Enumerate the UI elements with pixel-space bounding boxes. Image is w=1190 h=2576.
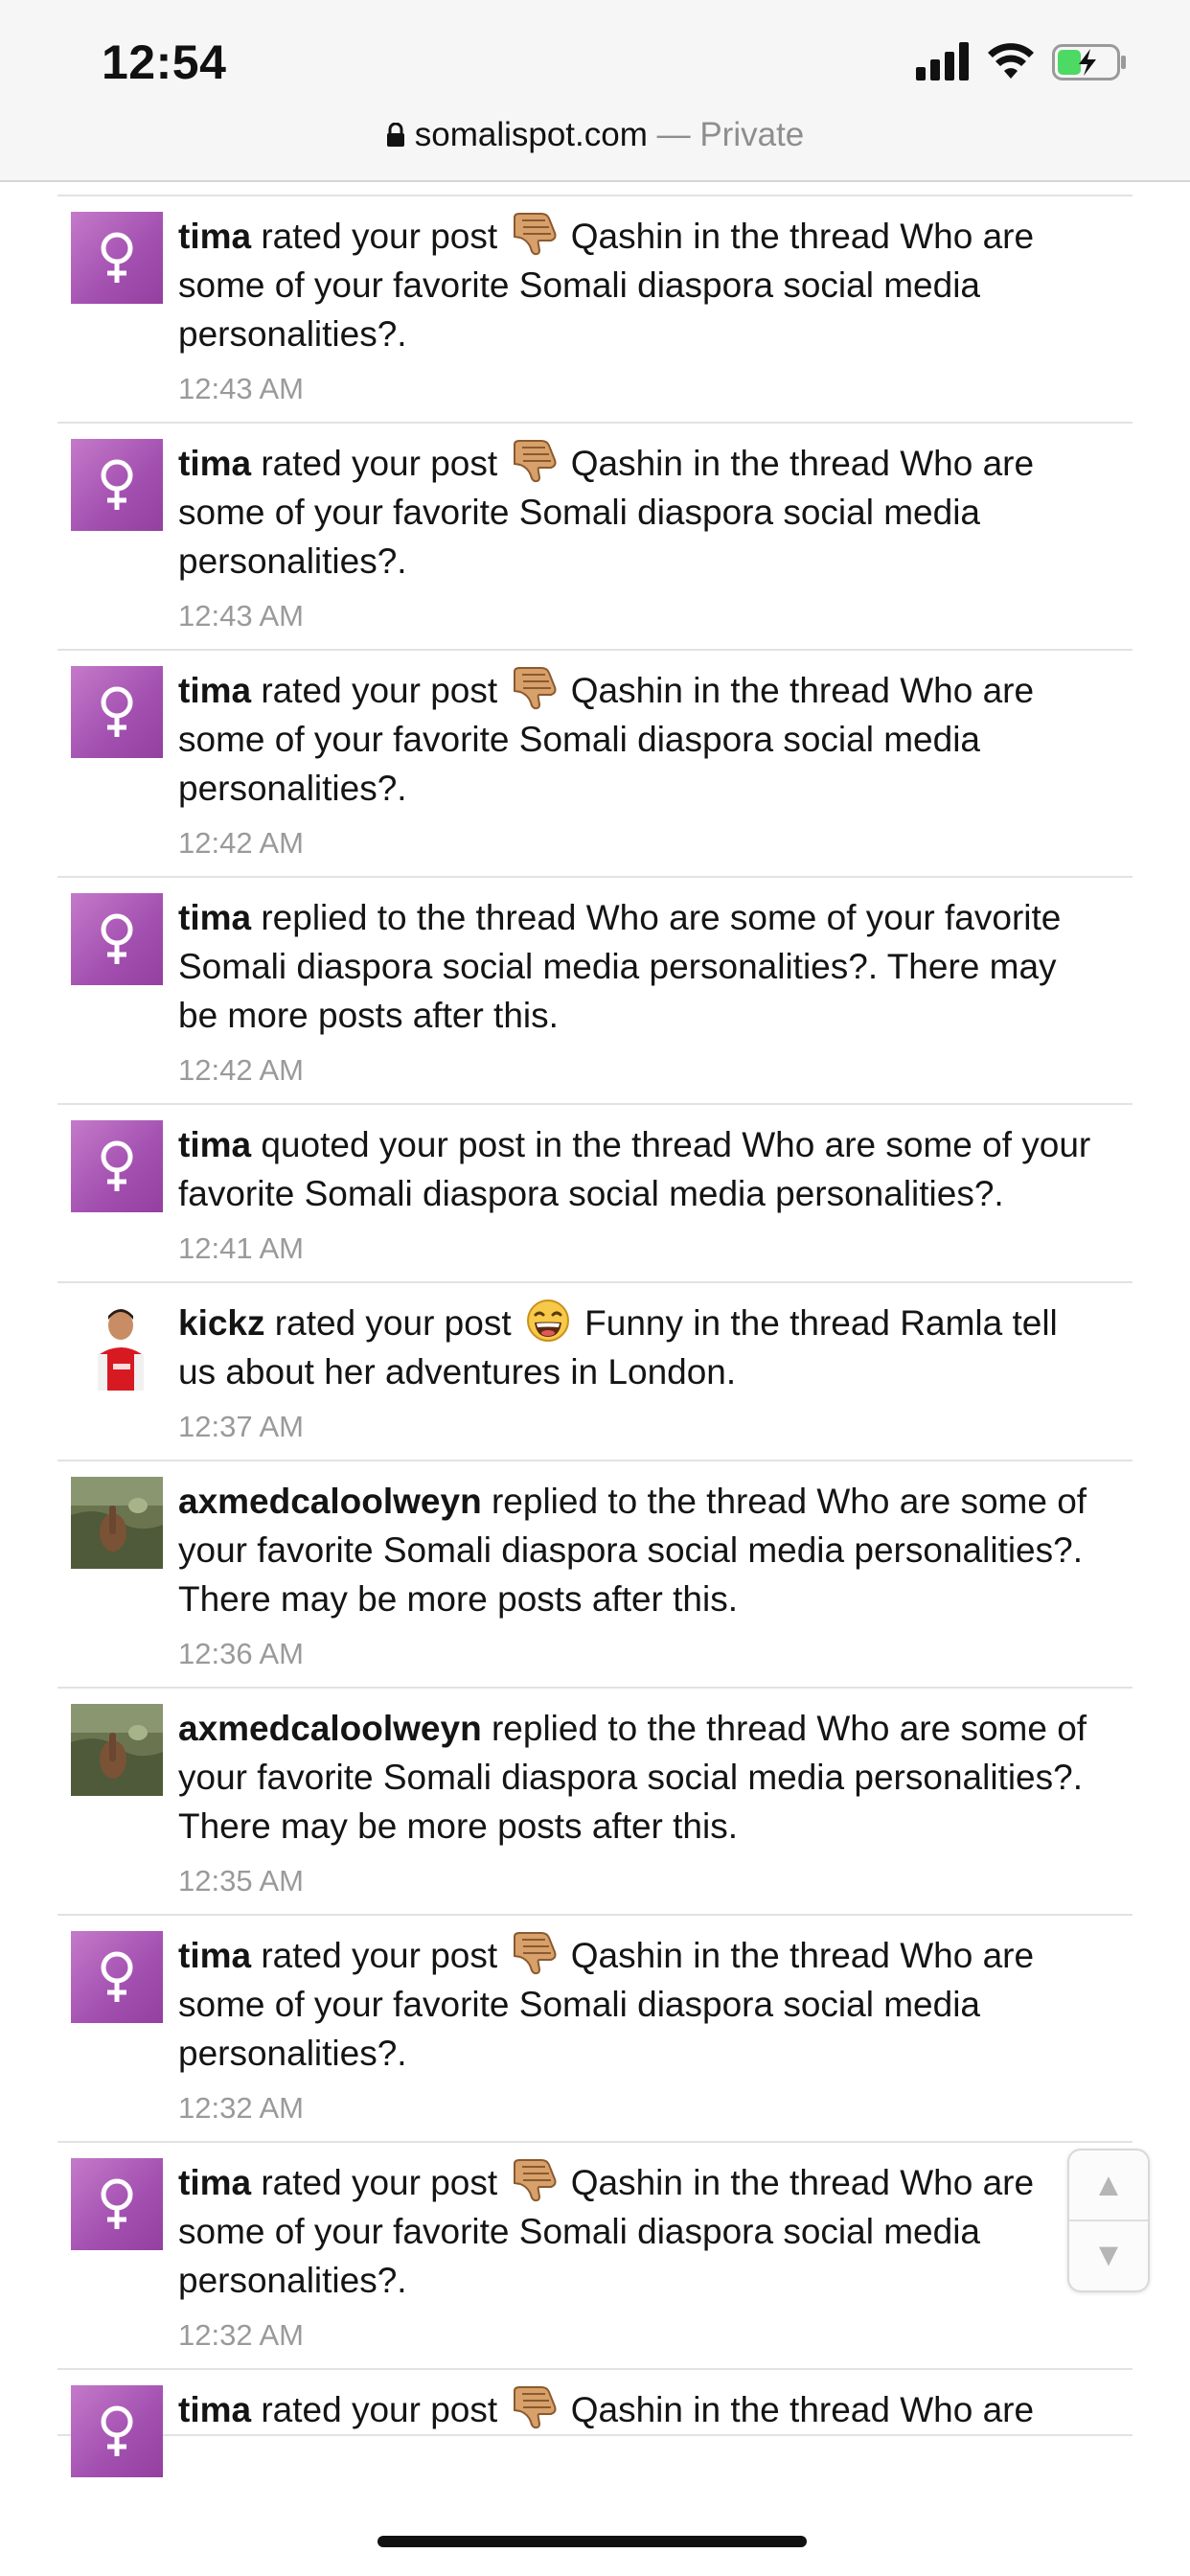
browser-top-bar: 12:54 somalispot.com — Private xyxy=(0,0,1190,182)
cellular-signal-icon xyxy=(916,42,970,80)
alert-item[interactable]: tima rated your post Qashin in the threa… xyxy=(57,196,1133,424)
alert-text: tima rated your post Qashin in the threa… xyxy=(178,1931,1133,2141)
thumbs-down-hand-icon xyxy=(509,2158,559,2202)
alert-message: rated your post xyxy=(251,1936,508,1975)
alert-username-link[interactable]: tima xyxy=(178,1125,251,1164)
avatar-axmedcaloolweyn[interactable] xyxy=(71,1704,163,1796)
female-symbol-icon[interactable] xyxy=(71,666,163,758)
alert-item[interactable]: tima rated your post Qashin in the threa… xyxy=(57,2143,1133,2370)
url-domain: somalispot.com xyxy=(414,116,648,153)
thumbs-down-hand-icon xyxy=(509,666,559,710)
female-symbol-icon[interactable] xyxy=(71,2158,163,2250)
home-indicator[interactable] xyxy=(378,2536,807,2547)
alert-item[interactable]: axmedcaloolweyn replied to the thread Wh… xyxy=(57,1689,1133,1916)
thumbs-down-hand-icon xyxy=(509,212,559,256)
wifi-icon xyxy=(987,40,1035,80)
alert-message: rated your post xyxy=(251,2163,508,2202)
alert-timestamp: 12:37 AM xyxy=(178,1410,304,1443)
alert-timestamp: 12:36 AM xyxy=(178,1637,304,1670)
alert-text: tima replied to the thread Who are some … xyxy=(178,893,1133,1103)
browsing-mode-label: Private xyxy=(699,116,805,153)
alert-message: rated your post xyxy=(251,444,508,483)
female-symbol-icon[interactable] xyxy=(71,1120,163,1212)
alert-item[interactable]: tima rated your post Qashin in the threa… xyxy=(57,2370,1133,2477)
alert-timestamp: 12:35 AM xyxy=(178,1864,304,1898)
alert-timestamp: 12:43 AM xyxy=(178,372,304,405)
scroll-to-top-button[interactable]: ▲ xyxy=(1069,2150,1148,2221)
scroll-to-bottom-button[interactable]: ▼ xyxy=(1069,2220,1148,2289)
thumbs-down-hand-icon xyxy=(509,439,559,483)
status-time: 12:54 xyxy=(102,35,227,89)
alert-username-link[interactable]: tima xyxy=(178,1936,251,1975)
alert-timestamp: 12:41 AM xyxy=(178,1231,304,1265)
alert-message: rated your post xyxy=(251,671,508,710)
alert-message: rated your post xyxy=(251,2390,508,2429)
alert-timestamp: 12:32 AM xyxy=(178,2318,304,2352)
alert-timestamp: 12:42 AM xyxy=(178,1053,304,1087)
alert-username-link[interactable]: tima xyxy=(178,2163,251,2202)
alert-username-link[interactable]: tima xyxy=(178,217,251,256)
female-symbol-icon[interactable] xyxy=(71,893,163,985)
browser-page: 12:54 somalispot.com — Private tima rate… xyxy=(0,0,1190,2576)
alert-timestamp: 12:42 AM xyxy=(178,826,304,860)
alert-message: rated your post xyxy=(251,217,508,256)
alert-text: tima quoted your post in the thread Who … xyxy=(178,1120,1133,1281)
alert-text: tima rated your post Qashin in the threa… xyxy=(178,2385,1133,2434)
alert-item[interactable]: tima quoted your post in the thread Who … xyxy=(57,1105,1133,1283)
alert-username-link[interactable]: kickz xyxy=(178,1303,265,1343)
female-symbol-icon[interactable] xyxy=(71,2385,163,2477)
alerts-list: tima rated your post Qashin in the threa… xyxy=(57,195,1133,2477)
alert-text: kickz rated your post Funny in the threa… xyxy=(178,1299,1133,1460)
alert-text: tima rated your post Qashin in the threa… xyxy=(178,2158,1133,2368)
avatar-axmedcaloolweyn[interactable] xyxy=(71,1477,163,1569)
female-symbol-icon[interactable] xyxy=(71,1931,163,2023)
alert-username-link[interactable]: tima xyxy=(178,898,251,937)
alert-item[interactable]: axmedcaloolweyn replied to the thread Wh… xyxy=(57,1461,1133,1689)
alert-text: axmedcaloolweyn replied to the thread Wh… xyxy=(178,1477,1133,1687)
alert-item[interactable]: tima rated your post Qashin in the threa… xyxy=(57,651,1133,878)
female-symbol-icon[interactable] xyxy=(71,439,163,531)
laughing-face-icon xyxy=(523,1299,573,1343)
alert-text: tima rated your post Qashin in the threa… xyxy=(178,439,1133,649)
scroll-helper: ▲ ▼ xyxy=(1067,2149,1150,2292)
alert-message: quoted your post in the thread Who are s… xyxy=(178,1125,1091,1213)
alert-item[interactable]: tima rated your post Qashin in the threa… xyxy=(57,1916,1133,2143)
alert-timestamp: 12:32 AM xyxy=(178,2091,304,2125)
address-bar[interactable]: somalispot.com — Private xyxy=(0,111,1190,159)
alert-username-link[interactable]: axmedcaloolweyn xyxy=(178,1709,482,1748)
triangle-up-icon: ▲ xyxy=(1092,2167,1125,2203)
alert-message: rated your post xyxy=(264,1303,521,1343)
alert-message: replied to the thread Who are some of yo… xyxy=(178,898,1062,1035)
lock-icon xyxy=(386,113,405,147)
avatar-kickz[interactable] xyxy=(71,1299,163,1391)
triangle-down-icon: ▼ xyxy=(1092,2237,1125,2273)
alert-item[interactable]: tima rated your post Qashin in the threa… xyxy=(57,424,1133,651)
alert-thread-link[interactable]: Qashin in the thread Who are xyxy=(561,2390,1034,2429)
thumbs-down-hand-icon xyxy=(509,1931,559,1975)
battery-charging-icon xyxy=(1052,44,1127,80)
alert-username-link[interactable]: tima xyxy=(178,671,251,710)
alert-username-link[interactable]: tima xyxy=(178,444,251,483)
alert-username-link[interactable]: axmedcaloolweyn xyxy=(178,1482,482,1521)
alert-item[interactable]: tima replied to the thread Who are some … xyxy=(57,878,1133,1105)
alert-text: tima rated your post Qashin in the threa… xyxy=(178,212,1133,422)
thumbs-down-hand-icon xyxy=(509,2385,559,2429)
alert-timestamp: 12:43 AM xyxy=(178,599,304,632)
female-symbol-icon[interactable] xyxy=(71,212,163,304)
alert-text: axmedcaloolweyn replied to the thread Wh… xyxy=(178,1704,1133,1914)
url-separator: — xyxy=(647,116,700,153)
alert-username-link[interactable]: tima xyxy=(178,2390,251,2429)
alert-item[interactable]: kickz rated your post Funny in the threa… xyxy=(57,1283,1133,1461)
alert-text: tima rated your post Qashin in the threa… xyxy=(178,666,1133,876)
